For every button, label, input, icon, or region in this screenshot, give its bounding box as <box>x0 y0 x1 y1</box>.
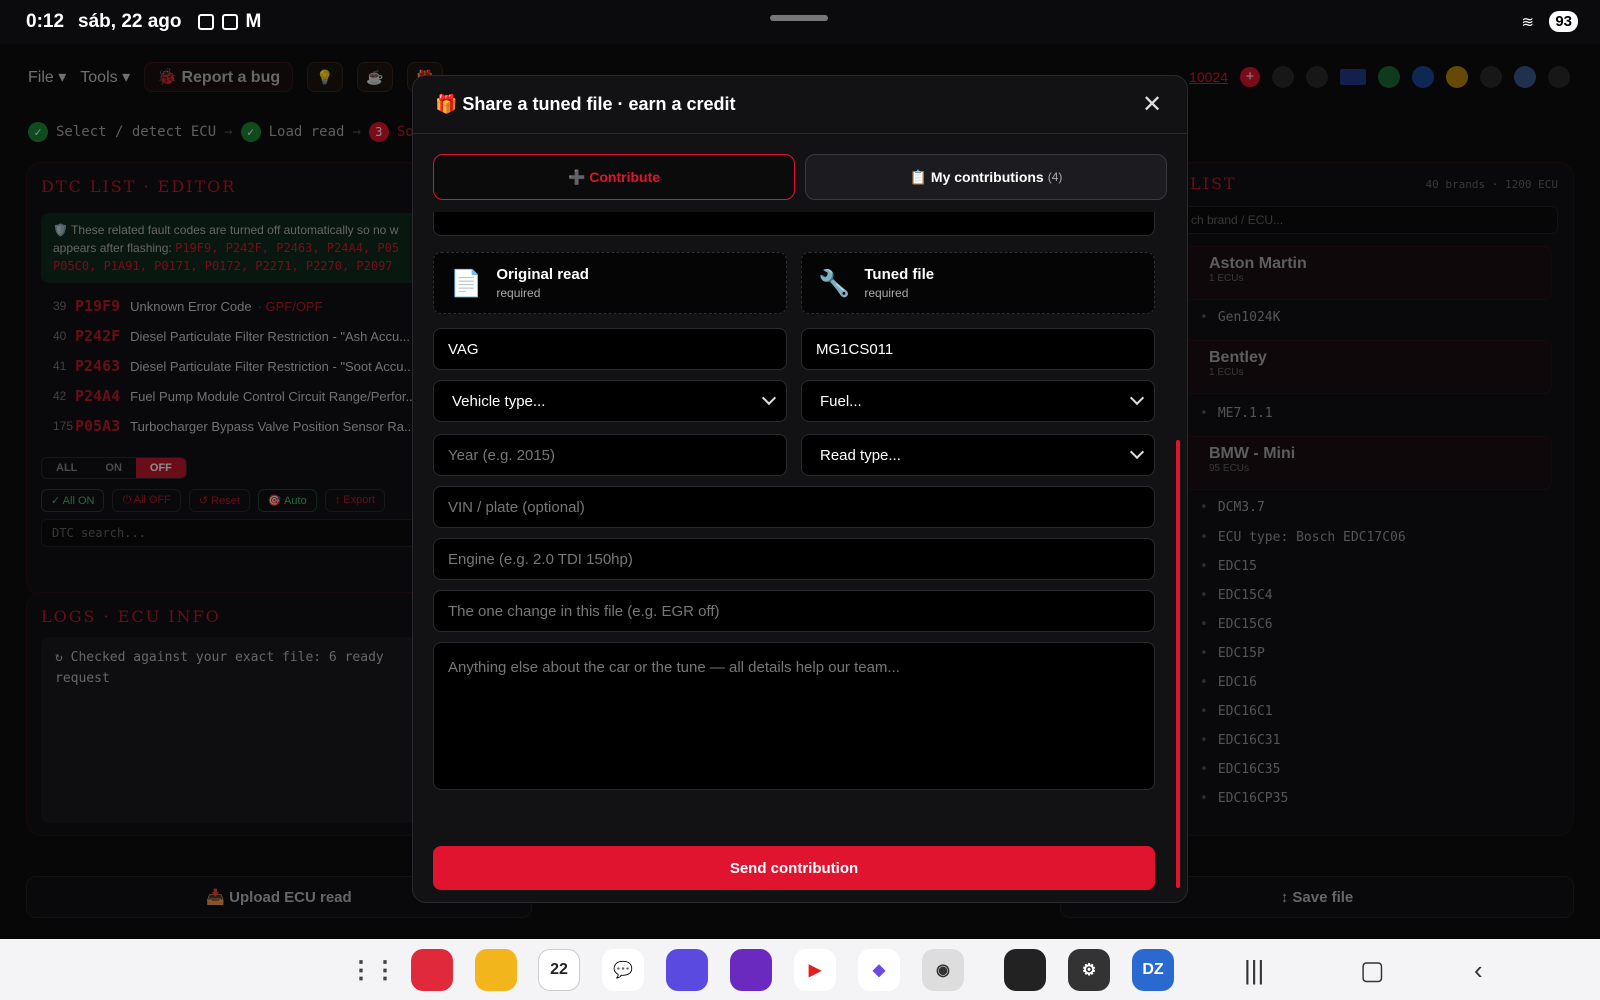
youtube-app-icon[interactable]: ▶ <box>794 949 836 991</box>
firefox-app-icon[interactable] <box>730 949 772 991</box>
share-tuned-file-dialog: 🎁 Share a tuned file · earn a credit ✕ ➕… <box>412 75 1188 903</box>
wrench-icon: 🔧 <box>818 267 851 298</box>
vin-input[interactable]: VIN / plate (optional) <box>433 486 1155 528</box>
date: sáb, 22 ago <box>78 11 182 32</box>
year-input[interactable]: Year (e.g. 2015) <box>433 434 787 476</box>
dropzone-sub: required <box>496 286 541 300</box>
select-value: Fuel... <box>820 392 862 410</box>
davinci-app-icon[interactable] <box>1004 949 1046 991</box>
chevron-down-icon <box>761 390 777 406</box>
wifi-icon: ≋ <box>1521 14 1534 31</box>
dialog-scrollbar[interactable] <box>1176 440 1180 888</box>
flexcil-app-icon[interactable] <box>411 949 453 991</box>
send-contribution-button[interactable]: Send contribution <box>433 846 1155 890</box>
dialog-tabs: ➕ Contribute 📋 My contributions (4) <box>433 154 1167 200</box>
brand-input[interactable]: VAG <box>433 328 787 370</box>
change-input[interactable]: The one change in this file (e.g. EGR of… <box>433 590 1155 632</box>
original-read-dropzone[interactable]: 📄 Original read required <box>433 252 787 314</box>
select-value: Read type... <box>820 446 901 464</box>
notes-app-icon[interactable] <box>666 949 708 991</box>
screenshot-icon <box>221 14 238 30</box>
chevron-down-icon <box>1129 390 1145 406</box>
dropzone-title: Original read <box>496 266 589 283</box>
ecu-input[interactable]: MG1CS011 <box>801 328 1155 370</box>
tab-count: (4) <box>1047 170 1063 184</box>
dialog-title: 🎁 Share a tuned file · earn a credit <box>435 94 736 114</box>
taskbar: ⋮⋮ 22 💬 ▶ ◆ ◉ ⚙ DZ ||| ▢ ‹ <box>0 939 1600 1000</box>
status-bar: 0:12 sáb, 22 ago M <box>0 0 1600 44</box>
clock: 0:12 <box>26 11 65 32</box>
back-icon[interactable]: ‹ <box>1474 955 1483 986</box>
settings-app-icon[interactable]: ⚙ <box>1068 949 1110 991</box>
chevron-down-icon <box>1129 444 1145 460</box>
dex-app-icon[interactable]: ◆ <box>858 949 900 991</box>
dropzone-sub: required <box>864 286 909 300</box>
recent-apps-icon[interactable]: ||| <box>1244 955 1264 986</box>
messages-app-icon[interactable]: 💬 <box>602 949 644 991</box>
select-value: Vehicle type... <box>452 392 546 410</box>
battery-indicator: 93 <box>1549 11 1578 32</box>
dz-app-icon[interactable]: DZ <box>1132 949 1174 991</box>
tab-contribute[interactable]: ➕ Contribute <box>433 154 795 200</box>
files-app-icon[interactable] <box>475 949 517 991</box>
calendar-app-icon[interactable]: 22 <box>538 949 580 991</box>
tab-my-contributions[interactable]: 📋 My contributions (4) <box>805 154 1167 200</box>
engine-input[interactable]: Engine (e.g. 2.0 TDI 150hp) <box>433 538 1155 580</box>
vehicle-type-select[interactable]: Vehicle type... <box>433 380 787 422</box>
dialog-header: 🎁 Share a tuned file · earn a credit ✕ <box>413 76 1187 134</box>
scrolled-field[interactable] <box>433 212 1155 236</box>
camera-app-icon[interactable]: ◉ <box>922 949 964 991</box>
fuel-select[interactable]: Fuel... <box>801 380 1155 422</box>
gmail-icon: M <box>245 11 262 32</box>
tab-label: 📋 My contributions <box>909 168 1044 185</box>
drag-handle[interactable] <box>770 15 828 21</box>
read-type-select[interactable]: Read type... <box>801 434 1155 476</box>
tuned-file-dropzone[interactable]: 🔧 Tuned file required <box>801 252 1155 314</box>
app-drawer-icon[interactable]: ⋮⋮ <box>349 949 397 991</box>
home-icon[interactable]: ▢ <box>1360 955 1385 986</box>
close-icon[interactable]: ✕ <box>1139 90 1165 119</box>
notification-icon <box>197 14 214 30</box>
notes-textarea[interactable]: Anything else about the car or the tune … <box>433 642 1155 790</box>
contribution-form: 📄 Original read required 🔧 Tuned file re… <box>433 212 1155 876</box>
document-icon: 📄 <box>450 267 483 298</box>
dropzone-title: Tuned file <box>864 266 935 283</box>
